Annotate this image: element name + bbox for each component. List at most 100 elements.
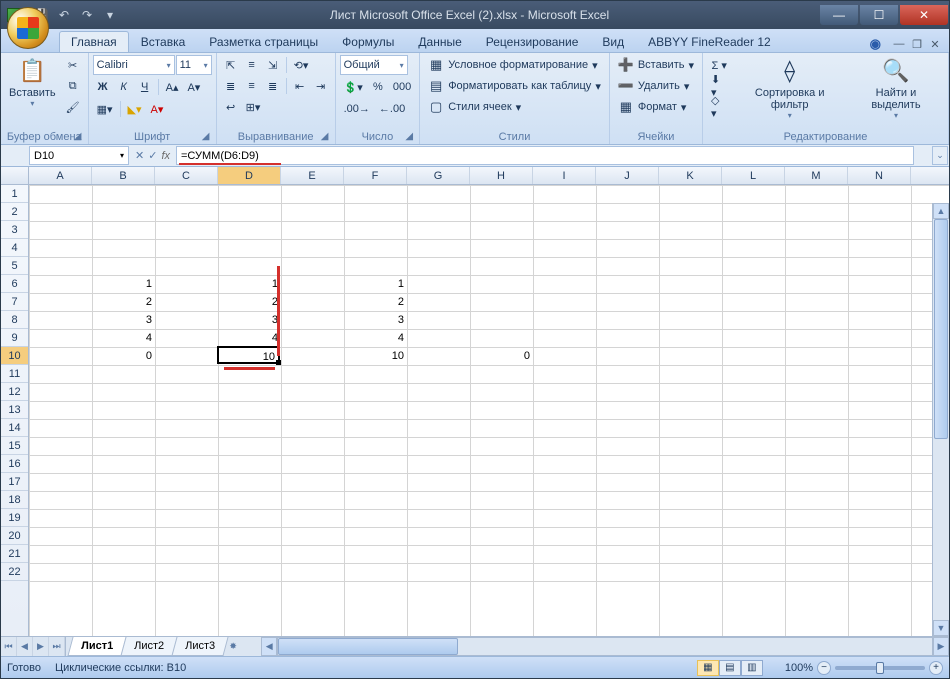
view-page-break-icon[interactable]: ▥ bbox=[741, 660, 763, 676]
column-header[interactable]: F bbox=[344, 167, 407, 184]
row-header[interactable]: 12 bbox=[1, 383, 28, 401]
sheet-nav-next-icon[interactable]: ▶ bbox=[33, 637, 49, 656]
ribbon-tab-данные[interactable]: Данные bbox=[406, 31, 473, 52]
horizontal-scroll-thumb[interactable] bbox=[278, 638, 458, 655]
qat-redo-icon[interactable]: ↷ bbox=[77, 5, 97, 25]
clear-icon[interactable]: ◇ ▾ bbox=[707, 97, 731, 117]
column-header[interactable]: L bbox=[722, 167, 785, 184]
cell[interactable]: 4 bbox=[218, 329, 281, 347]
fx-icon[interactable]: fx bbox=[161, 150, 170, 162]
column-header[interactable]: N bbox=[848, 167, 911, 184]
view-page-layout-icon[interactable]: ▤ bbox=[719, 660, 741, 676]
increase-decimal-icon[interactable]: .00→ bbox=[340, 99, 374, 119]
scroll-down-icon[interactable]: ▼ bbox=[933, 620, 949, 636]
underline-button[interactable]: Ч bbox=[135, 77, 155, 97]
row-header[interactable]: 13 bbox=[1, 401, 28, 419]
window-minimize-button[interactable]: — bbox=[820, 5, 858, 25]
view-normal-icon[interactable]: ▦ bbox=[697, 660, 719, 676]
vertical-scrollbar[interactable]: ▲ ▼ bbox=[932, 203, 949, 636]
horizontal-scrollbar[interactable]: ◀ ▶ bbox=[261, 637, 949, 656]
scroll-up-icon[interactable]: ▲ bbox=[933, 203, 949, 219]
format-cells-button[interactable]: ▦Формат ▾ bbox=[614, 97, 698, 117]
cell[interactable]: 1 bbox=[218, 275, 281, 293]
ribbon-tab-разметка-страницы[interactable]: Разметка страницы bbox=[197, 31, 330, 52]
align-top-icon[interactable]: ⇱ bbox=[221, 55, 241, 75]
ribbon-tab-вид[interactable]: Вид bbox=[590, 31, 636, 52]
selected-cell-border[interactable]: 10 bbox=[217, 346, 280, 364]
formula-input[interactable]: =СУММ(D6:D9) bbox=[176, 146, 914, 165]
window-close-button[interactable]: ✕ bbox=[900, 5, 948, 25]
row-header[interactable]: 17 bbox=[1, 473, 28, 491]
row-header[interactable]: 7 bbox=[1, 293, 28, 311]
ribbon-tab-главная[interactable]: Главная bbox=[59, 31, 129, 52]
cancel-formula-icon[interactable]: ✕ bbox=[135, 149, 144, 162]
row-header[interactable]: 11 bbox=[1, 365, 28, 383]
fill-handle[interactable] bbox=[276, 360, 281, 365]
delete-cells-button[interactable]: ➖Удалить ▾ bbox=[614, 76, 698, 96]
row-header[interactable]: 1 bbox=[1, 185, 28, 203]
row-header[interactable]: 14 bbox=[1, 419, 28, 437]
autosum-icon[interactable]: Σ ▾ bbox=[707, 55, 731, 75]
sheet-nav-first-icon[interactable]: ⏮ bbox=[1, 637, 17, 656]
number-launcher-icon[interactable]: ◢ bbox=[403, 131, 415, 143]
decrease-font-icon[interactable]: A▾ bbox=[183, 77, 204, 97]
wrap-text-icon[interactable]: ↩ bbox=[221, 97, 241, 117]
currency-icon[interactable]: 💲▾ bbox=[340, 77, 367, 97]
column-header[interactable]: K bbox=[659, 167, 722, 184]
ribbon-tab-abbyy-finereader-12[interactable]: ABBYY FineReader 12 bbox=[636, 31, 783, 52]
conditional-formatting-button[interactable]: ▦Условное форматирование ▾ bbox=[424, 55, 605, 75]
row-header[interactable]: 6 bbox=[1, 275, 28, 293]
row-header[interactable]: 4 bbox=[1, 239, 28, 257]
row-header[interactable]: 10 bbox=[1, 347, 28, 365]
comma-icon[interactable]: 000 bbox=[389, 77, 415, 97]
fill-color-icon[interactable]: ◣▾ bbox=[124, 99, 146, 119]
column-header[interactable]: D bbox=[218, 167, 281, 184]
cell[interactable]: 0 bbox=[470, 347, 533, 365]
align-bottom-icon[interactable]: ⇲ bbox=[263, 55, 283, 75]
copy-icon[interactable]: ⧉ bbox=[62, 76, 84, 96]
cell[interactable]: 0 bbox=[92, 347, 155, 365]
decrease-indent-icon[interactable]: ⇤ bbox=[290, 76, 310, 96]
cell[interactable]: 2 bbox=[344, 293, 407, 311]
cell[interactable]: 4 bbox=[344, 329, 407, 347]
select-all-corner[interactable] bbox=[1, 167, 29, 184]
alignment-launcher-icon[interactable]: ◢ bbox=[319, 131, 331, 143]
cell-styles-button[interactable]: ▢Стили ячеек ▾ bbox=[424, 97, 605, 117]
help-icon[interactable]: ◉ bbox=[870, 36, 881, 52]
row-header[interactable]: 2 bbox=[1, 203, 28, 221]
vertical-scroll-thumb[interactable] bbox=[934, 219, 948, 439]
column-header[interactable]: A bbox=[29, 167, 92, 184]
decrease-decimal-icon[interactable]: ←.00 bbox=[375, 99, 409, 119]
format-painter-icon[interactable]: 🖌 bbox=[62, 97, 84, 117]
row-header[interactable]: 3 bbox=[1, 221, 28, 239]
row-header[interactable]: 22 bbox=[1, 563, 28, 581]
ribbon-tab-рецензирование[interactable]: Рецензирование bbox=[474, 31, 591, 52]
insert-cells-button[interactable]: ➕Вставить ▾ bbox=[614, 55, 698, 75]
row-header[interactable]: 8 bbox=[1, 311, 28, 329]
cut-icon[interactable]: ✂ bbox=[62, 55, 84, 75]
align-center-icon[interactable]: ≡ bbox=[242, 76, 262, 96]
cell[interactable]: 1 bbox=[344, 275, 407, 293]
font-launcher-icon[interactable]: ◢ bbox=[200, 131, 212, 143]
format-as-table-button[interactable]: ▤Форматировать как таблицу ▾ bbox=[424, 76, 605, 96]
sheet-tab[interactable]: Лист1 bbox=[67, 637, 126, 656]
column-header[interactable]: E bbox=[281, 167, 344, 184]
find-select-button[interactable]: 🔍 Найти и выделить ▾ bbox=[848, 55, 944, 130]
mdi-close-icon[interactable]: ✕ bbox=[927, 37, 943, 51]
column-header[interactable]: G bbox=[407, 167, 470, 184]
cell[interactable]: 1 bbox=[92, 275, 155, 293]
column-header[interactable]: J bbox=[596, 167, 659, 184]
row-header[interactable]: 20 bbox=[1, 527, 28, 545]
font-color-icon[interactable]: A▾ bbox=[147, 99, 168, 119]
font-size-combo[interactable]: 11▾ bbox=[176, 55, 212, 75]
qat-undo-icon[interactable]: ↶ bbox=[54, 5, 74, 25]
increase-indent-icon[interactable]: ⇥ bbox=[311, 76, 331, 96]
paste-button[interactable]: 📋 Вставить ▾ bbox=[5, 55, 60, 130]
zoom-value[interactable]: 100% bbox=[785, 662, 813, 674]
sheet-nav-prev-icon[interactable]: ◀ bbox=[17, 637, 33, 656]
column-header[interactable]: C bbox=[155, 167, 218, 184]
column-header[interactable]: M bbox=[785, 167, 848, 184]
row-header[interactable]: 16 bbox=[1, 455, 28, 473]
scroll-left-icon[interactable]: ◀ bbox=[261, 637, 277, 656]
sheet-tab[interactable]: Лист3 bbox=[172, 637, 229, 656]
